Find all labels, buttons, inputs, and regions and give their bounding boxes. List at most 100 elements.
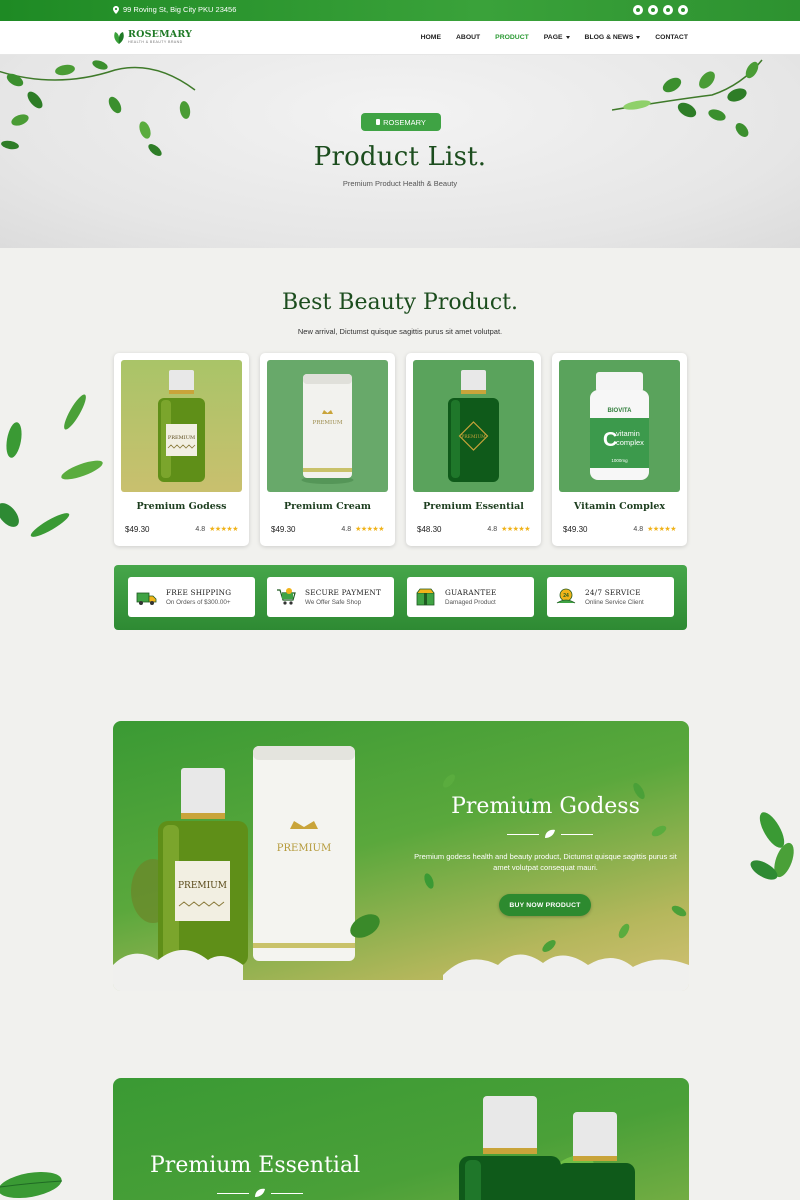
feature-free-shipping: FREE SHIPPING On Orders of $300.00+ [128,577,255,617]
product-name[interactable]: Premium Essential [406,501,541,512]
divider-line [271,1192,303,1194]
floating-leaves-right [750,812,794,880]
hero-badge-text: ROSEMARY [383,117,426,127]
feature-desc: We Offer Safe Shop [305,599,362,606]
feature-desc: On Orders of $300.00+ [166,599,231,606]
product-name[interactable]: Vitamin Complex [552,501,687,512]
leaf-branch-decoration-right [612,59,763,137]
support-icon: 24 [556,588,576,604]
page-subtitle: Premium Product Health & Beauty [342,179,458,188]
leaf-divider [507,829,593,839]
rating-value: 4.8 [487,525,498,533]
svg-text:PREMIUM: PREMIUM [313,420,343,426]
product-price: $49.30 [125,525,150,534]
product-card[interactable]: PREMIUM Premium Essential $48.30 4.8 ★★★… [406,353,541,546]
cream-box-image: PREMIUM [301,374,354,484]
feature-secure-payment: SECURE PAYMENT We Offer Safe Shop [267,577,394,617]
divider-line [507,833,539,835]
product-rating: 4.8 ★★★★★ [341,525,384,534]
product-card[interactable]: BIOVITA C vitamin complex 1000mg Vitamin… [552,353,687,546]
product-image-godess[interactable]: PREMIUM [121,360,242,492]
instagram-icon[interactable] [663,5,673,15]
youtube-icon[interactable] [678,5,688,15]
floating-leaves-left [0,394,103,537]
star-rating-icon: ★★★★★ [647,526,676,533]
promo-box-label: PREMIUM [277,843,331,854]
logo-name: ROSEMARY [128,29,193,40]
vitamin-dose: 1000mg [611,458,628,463]
product-name[interactable]: Premium Cream [260,501,395,512]
promo-banner-godess: PREMIUM PREMIUM Premium Godess Premium g… [113,721,689,991]
svg-text:24: 24 [563,593,569,599]
chevron-down-icon [565,35,570,39]
product-rating: 4.8 ★★★★★ [487,525,530,534]
nav-item-blog-label: BLOG & NEWS [584,34,634,41]
vitamin-label-1: vitamin [616,429,640,438]
feature-title: FREE SHIPPING [166,588,232,597]
nav-item-page[interactable]: PAGE [544,34,570,41]
product-image-cream[interactable]: PREMIUM [267,360,388,492]
promo-description: Premium godess health and beauty product… [414,852,677,872]
svg-text:PREMIUM: PREMIUM [461,434,486,440]
bottle-icon [376,119,381,125]
section-title: Best Beauty Product. [281,290,519,315]
product-rating: 4.8 ★★★★★ [633,525,676,534]
product-card[interactable]: PREMIUM Premium Godess $49.30 4.8 ★★★★★ [114,353,249,546]
main-nav: ROSEMARY HEALTH & BEAUTY BRAND HOME ABOU… [0,21,800,55]
product-card[interactable]: PREMIUM Premium Cream $49.30 4.8 ★★★★★ [260,353,395,546]
product-image-essential[interactable]: PREMIUM [413,360,534,492]
nav-item-page-label: PAGE [543,34,563,41]
product-price: $49.30 [563,525,588,534]
product-price: $48.30 [417,525,442,534]
rating-value: 4.8 [341,525,352,533]
logo-tagline: HEALTH & BEAUTY BRAND [128,39,183,44]
product-grid: PREMIUM Premium Godess $49.30 4.8 ★★★★★ … [114,353,687,546]
feature-desc: Damaged Product [445,599,496,606]
feature-title: SECURE PAYMENT [305,588,382,597]
nav-item-blog-news[interactable]: BLOG & NEWS [585,34,641,41]
leaf-divider [217,1188,303,1198]
twitter-icon[interactable] [648,5,658,15]
address-text: 99 Roving St, Big City PKU 23456 [123,5,237,14]
bottle-image: PREMIUM [158,370,205,482]
feature-service: 24 24/7 SERVICE Online Service Client [547,577,674,617]
nav-item-about[interactable]: ABOUT [456,34,480,41]
logo[interactable]: ROSEMARY HEALTH & BEAUTY BRAND [113,29,193,45]
box-icon [416,588,435,606]
vitamin-brand: BIOVITA [608,408,633,414]
promo-bottle-label: PREMIUM [178,881,227,891]
product-image-vitamin[interactable]: BIOVITA C vitamin complex 1000mg [559,360,680,492]
product-name[interactable]: Premium Godess [114,501,249,512]
svg-text:PREMIUM: PREMIUM [168,435,195,441]
buy-now-button[interactable]: BUY NOW PRODUCT [499,894,591,916]
nav-item-contact[interactable]: CONTACT [655,34,688,41]
product-rating: 4.8 ★★★★★ [195,525,238,534]
chevron-down-icon [636,35,641,39]
page-title: Product List. [313,142,487,172]
divider-line [561,833,593,835]
nav-item-home[interactable]: HOME [421,34,441,41]
nav-item-product[interactable]: PRODUCT [495,34,529,41]
feature-title: 24/7 SERVICE [585,588,641,597]
nav-menu: HOME ABOUT PRODUCT PAGE BLOG & NEWS CONT… [421,34,688,41]
features-band: FREE SHIPPING On Orders of $300.00+ SECUR… [114,565,687,630]
promo-essential-image [459,1096,635,1200]
hero-banner: ROSEMARY Product List. Premium Product H… [0,55,800,248]
top-bar: 99 Roving St, Big City PKU 23456 [0,0,800,21]
promo-title: Premium Essential [150,1153,361,1178]
truck-icon [136,592,157,605]
address: 99 Roving St, Big City PKU 23456 [113,5,236,14]
rating-value: 4.8 [633,525,644,533]
feature-guarantee: GUARANTEE Damaged Product [407,577,534,617]
star-rating-icon: ★★★★★ [209,526,238,533]
social-links [633,5,688,15]
star-rating-icon: ★★★★★ [501,526,530,533]
facebook-icon[interactable] [633,5,643,15]
rating-value: 4.8 [195,525,206,533]
feature-desc: Online Service Client [585,599,644,606]
star-rating-icon: ★★★★★ [355,526,384,533]
vitamin-label-2: complex [616,438,644,447]
location-pin-icon [113,5,119,14]
feature-title: GUARANTEE [445,588,497,597]
hero-badge: ROSEMARY [361,113,441,131]
